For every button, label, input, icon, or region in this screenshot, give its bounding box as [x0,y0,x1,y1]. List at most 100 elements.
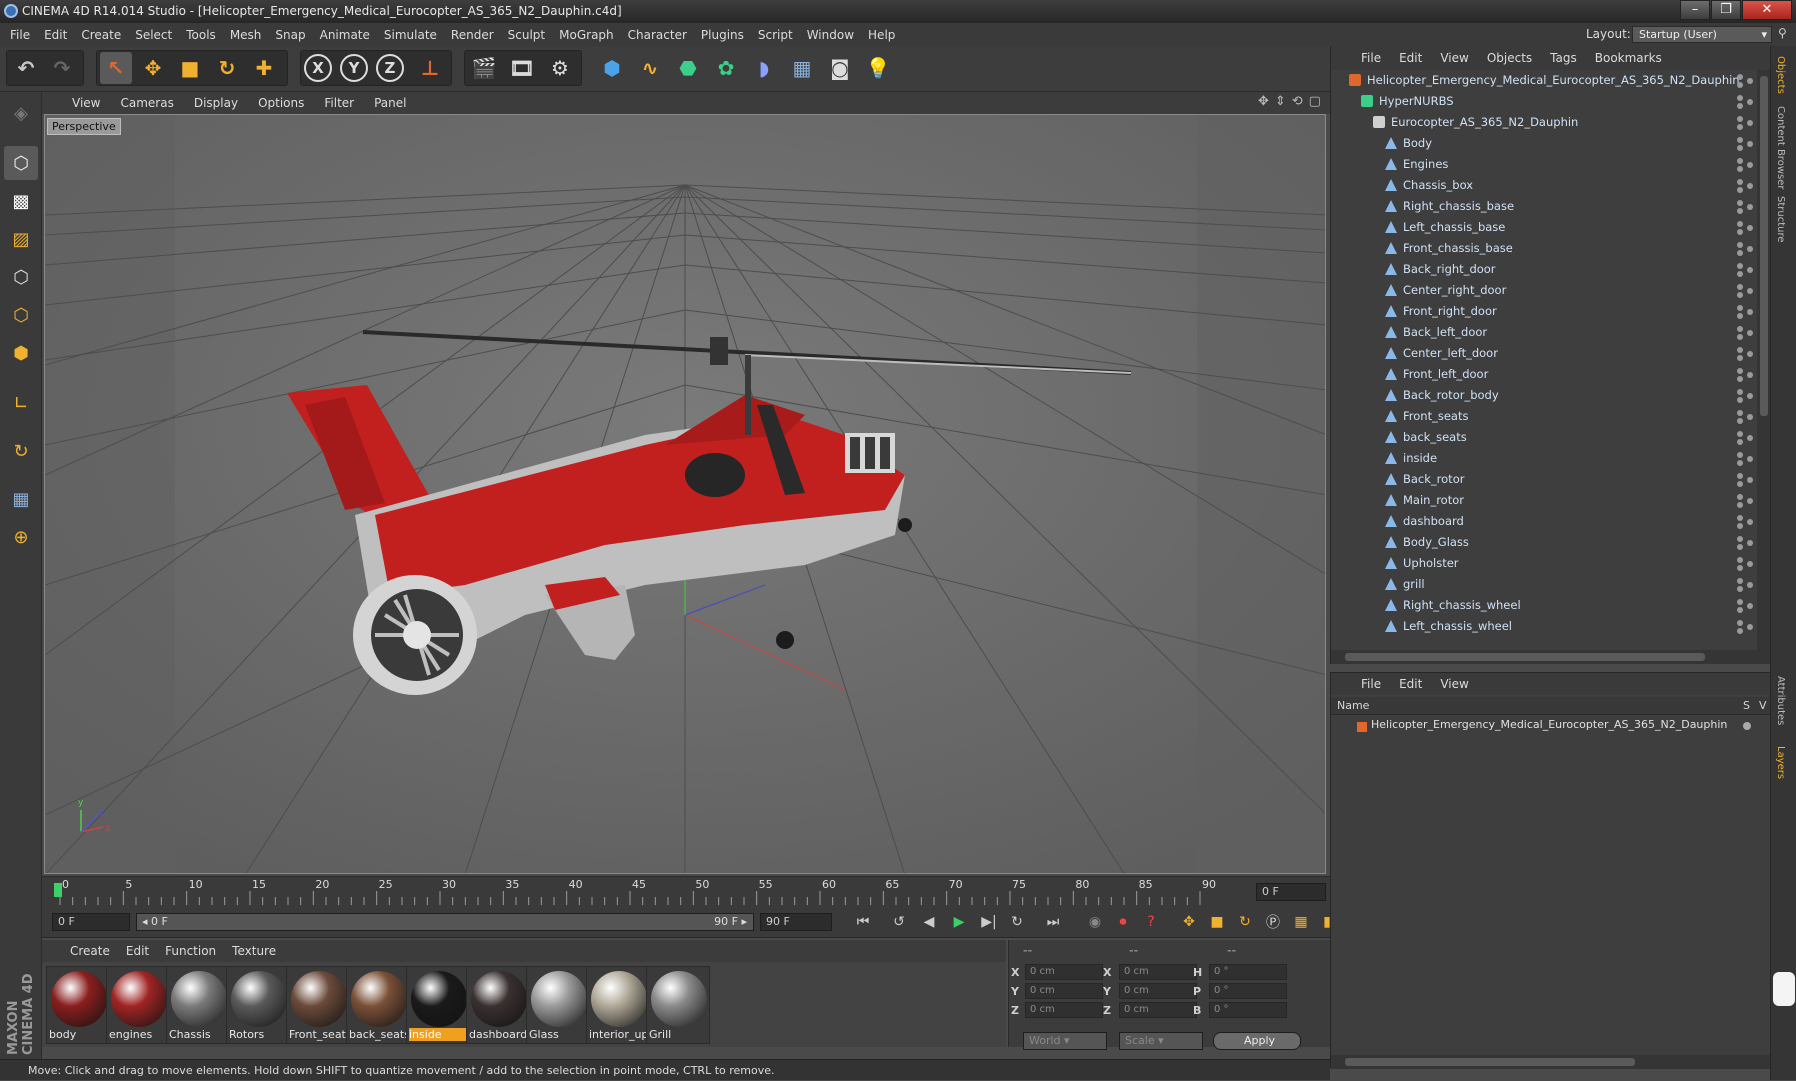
object-back-left-door[interactable]: Back_left_door [1331,322,1757,343]
material-menu-edit[interactable]: Edit [126,944,149,958]
visibility-dots-icon[interactable] [1737,95,1753,109]
perspective-viewport[interactable]: y x z Perspective [44,114,1326,874]
object-left-chassis-wheel[interactable]: Left_chassis_wheel [1331,616,1757,637]
visibility-dots-icon[interactable] [1737,473,1753,487]
visibility-dots-icon[interactable] [1737,578,1753,592]
menu-file[interactable]: File [10,28,30,42]
make-editable-icon[interactable]: ◈ [4,96,38,130]
record-keys-icon[interactable]: ◉ [1082,910,1108,934]
spline-icon[interactable]: ∿ [634,52,666,84]
floor-scene-icon[interactable]: ▦ [786,52,818,84]
object-center-left-door[interactable]: Center_left_door [1331,343,1757,364]
object-tree-scroll-thumb[interactable] [1760,76,1768,416]
object-tree-hscrollbar[interactable] [1331,650,1771,664]
goto-start-icon[interactable]: ⏮ [850,910,876,934]
redo-icon[interactable]: ↷ [46,52,78,84]
minimize-button[interactable]: – [1680,0,1710,20]
material-grill[interactable]: Grill [646,966,710,1044]
menu-animate[interactable]: Animate [320,28,370,42]
object-left-chassis-base[interactable]: Left_chassis_base [1331,217,1757,238]
layers-menu-file[interactable]: File [1361,677,1381,691]
object-front-left-door[interactable]: Front_left_door [1331,364,1757,385]
visibility-dots-icon[interactable] [1737,305,1753,319]
tweak-mode-icon[interactable]: ↻ [4,434,38,468]
material-back_seats[interactable]: back_seats [346,966,410,1044]
visibility-dots-icon[interactable] [1737,389,1753,403]
previous-frame-icon[interactable]: ◀ [916,910,942,934]
visibility-dots-icon[interactable] [1737,431,1753,445]
next-key-icon[interactable]: ↻ [1004,910,1030,934]
objects-menu-edit[interactable]: Edit [1399,51,1422,65]
previous-key-icon[interactable]: ↺ [886,910,912,934]
scale-tool-icon[interactable]: ■ [174,52,206,84]
layer-hscrollbar[interactable] [1331,1055,1771,1069]
material-engines[interactable]: engines [106,966,170,1044]
objects-menu-tags[interactable]: Tags [1550,51,1577,65]
size-mode-select[interactable]: Scale ▾ [1119,1032,1203,1050]
coord-field[interactable]: 0 cm [1025,983,1103,999]
visibility-dots-icon[interactable] [1737,536,1753,550]
object-right-chassis-base[interactable]: Right_chassis_base [1331,196,1757,217]
tab-layers[interactable]: Layers [1775,746,1786,779]
object-hypernurbs[interactable]: HyperNURBS [1331,91,1757,112]
layout-select[interactable]: Startup (User) ▾ [1632,26,1772,43]
parameter-key-icon[interactable]: Ⓟ [1260,910,1286,934]
live-selection-icon[interactable]: ↖ [100,52,132,84]
layers-menu-view[interactable]: View [1440,677,1468,691]
object-front-right-door[interactable]: Front_right_door [1331,301,1757,322]
cube-primitive-icon[interactable]: ⬢ [596,52,628,84]
menu-snap[interactable]: Snap [275,28,305,42]
visibility-dots-icon[interactable] [1737,284,1753,298]
nurbs-icon[interactable]: ⬣ [672,52,704,84]
object-engines[interactable]: Engines [1331,154,1757,175]
object-main-rotor[interactable]: Main_rotor [1331,490,1757,511]
layer-row[interactable]: Helicopter_Emergency_Medical_Eurocopter_… [1331,716,1771,736]
points-mode-icon[interactable]: ⬡ [4,260,38,294]
menu-sculpt[interactable]: Sculpt [508,28,545,42]
tab-attributes[interactable]: Attributes [1775,676,1786,725]
visibility-dots-icon[interactable] [1737,116,1753,130]
object-root[interactable]: Helicopter_Emergency_Medical_Eurocopter_… [1331,70,1757,91]
material-menu-create[interactable]: Create [70,944,110,958]
visibility-dots-icon[interactable] [1737,221,1753,235]
menu-edit[interactable]: Edit [44,28,67,42]
material-body[interactable]: body [46,966,110,1044]
move-tool-icon[interactable]: ✥ [137,52,169,84]
object-back-rotor-body[interactable]: Back_rotor_body [1331,385,1757,406]
visibility-dots-icon[interactable] [1737,158,1753,172]
visibility-dots-icon[interactable] [1737,368,1753,382]
visibility-dots-icon[interactable] [1737,515,1753,529]
start-frame-field[interactable]: 0 F [52,913,130,931]
rotate-tool-icon[interactable]: ↻ [211,52,243,84]
visibility-dots-icon[interactable] [1737,620,1753,634]
menu-plugins[interactable]: Plugins [701,28,744,42]
next-frame-icon[interactable]: ▶| [976,910,1002,934]
visibility-dots-icon[interactable] [1737,179,1753,193]
teamviewer-icon[interactable] [1773,972,1795,1006]
visibility-dots-icon[interactable] [1737,557,1753,571]
menu-mograph[interactable]: MoGraph [559,28,614,42]
coord-field[interactable]: 0 cm [1025,964,1103,980]
visibility-dots-icon[interactable] [1737,452,1753,466]
object-center-right-door[interactable]: Center_right_door [1331,280,1757,301]
keyframe-selection-icon[interactable]: ? [1138,910,1164,934]
object-back-rotor[interactable]: Back_rotor [1331,469,1757,490]
undo-icon[interactable]: ↶ [10,52,42,84]
coord-field[interactable]: 0 cm [1119,1002,1197,1018]
object-body[interactable]: Body [1331,133,1757,154]
material-rotors[interactable]: Rotors [226,966,290,1044]
goto-end-icon[interactable]: ⏭ [1040,910,1066,934]
material-menu-function[interactable]: Function [165,944,216,958]
visibility-dots-icon[interactable] [1737,137,1753,151]
polygons-mode-icon[interactable]: ⬢ [4,336,38,370]
menu-help[interactable]: Help [868,28,895,42]
menu-simulate[interactable]: Simulate [384,28,437,42]
visibility-dots-icon[interactable] [1737,326,1753,340]
viewport-menu-options[interactable]: Options [258,96,304,110]
object-front-seats[interactable]: Front_seats [1331,406,1757,427]
viewport-nav-icons[interactable]: ✥⇕⟲▢ [1258,94,1327,109]
close-button[interactable]: ✕ [1742,0,1792,20]
workplane-mode-icon[interactable]: ▨ [4,222,38,256]
coord-field[interactable]: 0 ° [1209,983,1287,999]
scale-key-icon[interactable]: ■ [1204,910,1230,934]
